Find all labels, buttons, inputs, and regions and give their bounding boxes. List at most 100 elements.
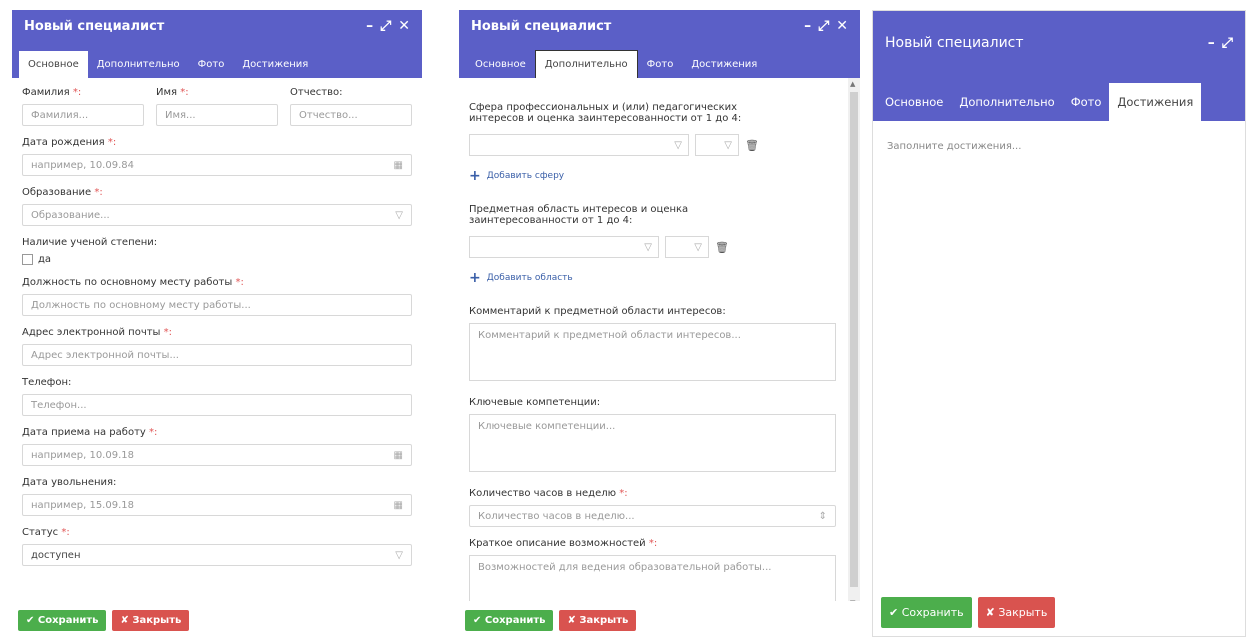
plus-icon: + bbox=[469, 270, 481, 286]
window-controls: – ⤢ ✕ bbox=[804, 18, 848, 34]
phone-label: Телефон: bbox=[22, 377, 72, 388]
email-label: Адрес электронной почты bbox=[22, 327, 161, 338]
tab-additional[interactable]: Дополнительно bbox=[534, 50, 638, 78]
required-marker: *: bbox=[163, 327, 173, 338]
patronymic-group: Отчество: Отчество... bbox=[290, 87, 412, 137]
phone-input[interactable]: Телефон... bbox=[22, 394, 412, 416]
required-marker: *: bbox=[72, 87, 82, 98]
subject-label: Предметная область интересов и оценка заи… bbox=[469, 204, 689, 226]
tab-photo[interactable]: Фото bbox=[638, 51, 683, 78]
degree-checkbox[interactable] bbox=[22, 254, 33, 265]
email-input[interactable]: Адрес электронной почты... bbox=[22, 344, 412, 366]
close-button[interactable]: ✘ Закрыть bbox=[977, 597, 1056, 628]
plus-icon: + bbox=[469, 168, 481, 184]
subject-row: ▽ ▽ 🗑 bbox=[469, 236, 836, 258]
tab-achievements[interactable]: Достижения bbox=[233, 51, 317, 78]
cross-icon: ✘ bbox=[985, 606, 995, 619]
tab-additional[interactable]: Дополнительно bbox=[951, 83, 1062, 121]
dialog-titlebar: Новый специалист – ⤢ ✕ bbox=[12, 10, 422, 42]
last-name-input[interactable]: Фамилия... bbox=[22, 104, 144, 126]
required-marker: *: bbox=[107, 137, 117, 148]
patronymic-input[interactable]: Отчество... bbox=[290, 104, 412, 126]
education-label: Образование bbox=[22, 187, 92, 198]
dialog-footer: ✔ Сохранить ✘ Закрыть bbox=[12, 601, 422, 637]
maximize-icon[interactable]: ⤢ bbox=[818, 18, 829, 34]
close-icon[interactable]: ✕ bbox=[836, 18, 848, 34]
add-subject-button[interactable]: + Добавить область bbox=[469, 270, 836, 286]
check-icon: ✔ bbox=[473, 615, 482, 626]
dialog-additional-tab: Новый специалист – ⤢ ✕ Основное Дополнит… bbox=[459, 10, 860, 637]
minimize-icon[interactable]: – bbox=[1208, 35, 1215, 51]
save-button[interactable]: ✔ Сохранить bbox=[18, 610, 107, 631]
dialog-main-tab: Новый специалист – ⤢ ✕ Основное Дополнит… bbox=[12, 10, 422, 637]
last-name-label: Фамилия bbox=[22, 87, 70, 98]
tab-main[interactable]: Основное bbox=[19, 51, 88, 78]
dialog-titlebar: Новый специалист – ⤢ ✕ bbox=[459, 10, 860, 42]
dialog-title: Новый специалист bbox=[471, 18, 612, 34]
birth-date-label: Дата рождения bbox=[22, 137, 105, 148]
degree-checkbox-row[interactable]: да bbox=[22, 254, 412, 265]
hire-date-input[interactable]: например, 10.09.18 ▦ bbox=[22, 444, 412, 466]
tab-photo[interactable]: Фото bbox=[1063, 83, 1110, 121]
tab-main[interactable]: Основное bbox=[877, 83, 951, 121]
tab-photo[interactable]: Фото bbox=[189, 51, 234, 78]
calendar-icon[interactable]: ▦ bbox=[394, 160, 403, 171]
dialog-footer: ✔ Сохранить ✘ Закрыть bbox=[459, 601, 860, 637]
calendar-icon[interactable]: ▦ bbox=[394, 450, 403, 461]
education-select[interactable]: Образование... ▽ bbox=[22, 204, 412, 226]
dialog-title: Новый специалист bbox=[885, 35, 1024, 51]
add-sphere-button[interactable]: + Добавить сферу bbox=[469, 168, 836, 184]
birth-date-input[interactable]: например, 10.09.84 ▦ bbox=[22, 154, 412, 176]
name-row: Фамилия *: Фамилия... Имя *: Имя... Отче… bbox=[22, 87, 412, 137]
sphere-score-select[interactable]: ▽ bbox=[695, 134, 739, 156]
scroll-up-icon[interactable]: ▲ bbox=[850, 80, 855, 88]
minimize-icon[interactable]: – bbox=[366, 18, 373, 34]
trash-icon[interactable]: 🗑 bbox=[715, 241, 729, 254]
dismissal-date-input[interactable]: например, 15.09.18 ▦ bbox=[22, 494, 412, 516]
tab-achievements[interactable]: Достижения bbox=[682, 51, 766, 78]
close-button[interactable]: ✘ Закрыть bbox=[559, 610, 637, 631]
sphere-select[interactable]: ▽ bbox=[469, 134, 689, 156]
form-body: Фамилия *: Фамилия... Имя *: Имя... Отче… bbox=[12, 78, 422, 586]
status-select[interactable]: доступен ▽ bbox=[22, 544, 412, 566]
position-input[interactable]: Должность по основному месту работы... bbox=[22, 294, 412, 316]
minimize-icon[interactable]: – bbox=[804, 18, 811, 34]
comment-textarea[interactable]: Комментарий к предметной области интерес… bbox=[469, 323, 836, 381]
required-marker: *: bbox=[61, 527, 70, 538]
close-icon[interactable]: ✕ bbox=[398, 18, 410, 34]
subject-select[interactable]: ▽ bbox=[469, 236, 659, 258]
tab-main[interactable]: Основное bbox=[466, 51, 535, 78]
achievements-body: Заполните достижения... bbox=[873, 121, 1245, 609]
status-label: Статус bbox=[22, 527, 59, 538]
dialog-achievements-tab: Новый специалист – ⤢ Основное Дополнител… bbox=[872, 10, 1246, 637]
tab-additional[interactable]: Дополнительно bbox=[88, 51, 189, 78]
calendar-icon[interactable]: ▦ bbox=[394, 500, 403, 511]
last-name-group: Фамилия *: Фамилия... bbox=[22, 87, 144, 137]
hours-input[interactable]: Количество часов в неделю... ⇕ bbox=[469, 505, 836, 527]
capabilities-label: Краткое описание возможностей bbox=[469, 538, 646, 549]
form-body: Сфера профессиональных и (или) педагогич… bbox=[459, 78, 860, 637]
sphere-label: Сфера профессиональных и (или) педагогич… bbox=[469, 102, 742, 124]
spinner-icon[interactable]: ⇕ bbox=[819, 511, 827, 522]
competencies-textarea[interactable]: Ключевые компетенции... bbox=[469, 414, 836, 472]
maximize-icon[interactable]: ⤢ bbox=[1222, 35, 1233, 51]
save-button[interactable]: ✔ Сохранить bbox=[881, 597, 972, 628]
required-marker: *: bbox=[180, 87, 189, 98]
hours-label: Количество часов в неделю bbox=[469, 488, 617, 499]
scrollbar-thumb[interactable] bbox=[850, 92, 858, 587]
dismissal-date-label: Дата увольнения: bbox=[22, 477, 117, 488]
close-button[interactable]: ✘ Закрыть bbox=[112, 610, 190, 631]
first-name-input[interactable]: Имя... bbox=[156, 104, 278, 126]
degree-checkbox-label: да bbox=[38, 254, 52, 265]
dialog-footer: ✔ Сохранить ✘ Закрыть bbox=[873, 592, 1245, 636]
trash-icon[interactable]: 🗑 bbox=[745, 139, 759, 152]
subject-score-select[interactable]: ▽ bbox=[665, 236, 709, 258]
dialog-titlebar: Новый специалист – ⤢ bbox=[873, 11, 1245, 75]
save-button[interactable]: ✔ Сохранить bbox=[465, 610, 554, 631]
tab-bar: Основное Дополнительно Фото Достижения bbox=[12, 42, 422, 78]
achievements-textarea[interactable]: Заполните достижения... bbox=[885, 135, 1233, 595]
maximize-icon[interactable]: ⤢ bbox=[380, 18, 391, 34]
tab-achievements[interactable]: Достижения bbox=[1109, 83, 1202, 121]
cross-icon: ✘ bbox=[567, 615, 576, 626]
scrollbar[interactable]: ▲ ▼ bbox=[848, 78, 860, 609]
